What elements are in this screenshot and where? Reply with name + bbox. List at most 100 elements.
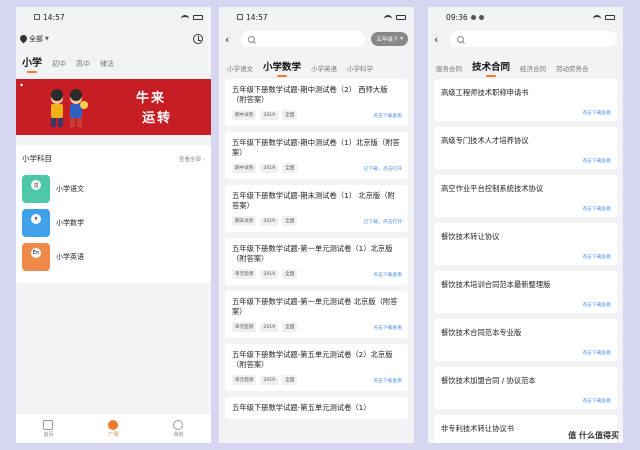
download-link[interactable]: 点击下载查看 (582, 349, 611, 356)
doc-title: 五年级下册数学试题-期中测试卷（1）北京版（附答案） (232, 138, 400, 157)
list-item[interactable]: 餐饮技术合同范本专业版点击下载查看 (434, 319, 617, 361)
tag: 全国 (282, 269, 298, 279)
doc-title: 餐饮技术培训合同范本最新整理版 (441, 280, 551, 289)
sim-icon (237, 14, 243, 20)
open-link[interactable]: 已下载，点击打开 (364, 165, 402, 172)
tab-tech-contract[interactable]: 技术合同 (472, 59, 510, 77)
battery-icon (396, 14, 406, 20)
list-item[interactable]: 餐饮技术加盟合同 / 协议范本点击下载查看 (434, 367, 617, 409)
battery-icon (193, 14, 203, 20)
home-icon (43, 419, 54, 430)
battery-icon (605, 14, 615, 20)
see-all-link[interactable]: 查看全部 › (179, 155, 205, 163)
bottom-nav: 首页 广场 我的 (16, 413, 211, 443)
download-link[interactable]: 点击下载查看 (582, 301, 611, 308)
level-tabs: 小学 初中 高中 律法 (16, 47, 211, 73)
download-link[interactable]: 点击下载查看 (582, 253, 611, 260)
open-link[interactable]: 已下载，点击打开 (364, 218, 402, 225)
subject-chinese[interactable]: 汉 小学语文 (22, 172, 205, 206)
tab-junior[interactable]: 初中 (52, 59, 66, 73)
search-input[interactable] (241, 31, 366, 47)
back-arrow-icon[interactable]: ‹ (225, 33, 235, 46)
status-bar: 14:57 (16, 7, 211, 27)
list-item[interactable]: 五年级下册数学试题-第五单元测试卷（2）北京版（附答案） 单元检测 2019 全国 … (225, 344, 408, 391)
tag: 2019 (260, 375, 279, 385)
tag: 全国 (282, 216, 298, 226)
status-time: 14:57 (43, 12, 65, 22)
search-input[interactable] (450, 31, 617, 47)
banner-logo: ◆ (20, 82, 24, 87)
doc-title: 五年级下册数学试题-第一单元测试卷（1）北京版（附答案） (232, 244, 393, 263)
doc-title: 餐饮技术合同范本专业版 (441, 328, 522, 337)
search-icon (248, 35, 255, 43)
grade-filter-button[interactable]: 五年级下 ▾ (371, 32, 408, 46)
subject-label: 小学数学 (56, 219, 84, 227)
tab-law[interactable]: 律法 (100, 59, 114, 73)
document-list: 高级工程师技术职称申请书 点击下载查看 高级专门技术人才培养协议 点击下载查看 高空… (428, 77, 623, 443)
notification-icon (478, 14, 484, 20)
doc-title: 五年级下册数学试题-第五单元测试卷（1） (232, 403, 371, 412)
notification-icon (470, 14, 476, 20)
nav-mine[interactable]: 我的 (173, 419, 184, 438)
tag: 单元检测 (232, 375, 257, 385)
back-arrow-icon[interactable]: ‹ (434, 33, 444, 46)
download-link[interactable]: 点击下载查看 (373, 271, 402, 278)
tab-service-contract[interactable]: 服务合同 (436, 63, 462, 77)
doc-title: 餐饮技术加盟合同 / 协议范本 (441, 376, 536, 385)
list-item[interactable]: 高级工程师技术职称申请书 点击下载查看 (434, 79, 617, 121)
tab-senior[interactable]: 高中 (76, 59, 90, 73)
list-item[interactable]: 高级专门技术人才培养协议点击下载查看 (434, 127, 617, 169)
location-label: 全部 (29, 34, 43, 43)
download-link[interactable]: 点击下载查看 (582, 205, 611, 212)
tab-english[interactable]: 小学英语 (311, 63, 337, 77)
doc-title: 餐饮技术转让协议 (441, 232, 500, 241)
subject-tabs: 小学语文 小学数学 小学英语 小学科学 (219, 51, 414, 77)
doc-title: 高级专门技术人才培养协议 (441, 136, 529, 145)
tag: 2019 (260, 322, 279, 332)
search-icon (457, 35, 464, 43)
download-link[interactable]: 点击下载查看 (373, 112, 402, 119)
download-link[interactable]: 点击下载查看 (582, 397, 611, 404)
subject-math[interactable]: π 小学数学 (22, 206, 205, 240)
tab-economic-contract[interactable]: 经济合同 (520, 63, 546, 77)
subject-english[interactable]: En 小学英语 (22, 240, 205, 274)
list-item[interactable]: 高空作业平台控制系统技术协议 点击下载查看 (434, 175, 617, 217)
list-item[interactable]: 五年级下册数学试题-期中测试卷（2） 西师大版（附答案） 期中试卷 2019 全国 … (225, 79, 408, 126)
tag: 单元检测 (232, 322, 257, 332)
tab-chinese[interactable]: 小学语文 (227, 63, 253, 77)
nav-square[interactable]: 广场 (108, 419, 119, 438)
tag: 2019 (260, 163, 279, 173)
list-item[interactable]: 五年级下册数学试题-第一单元测试卷 北京版（附答案） 单元检测 2019 全国 点击… (225, 291, 408, 338)
tab-science[interactable]: 小学科学 (347, 63, 373, 77)
list-item[interactable]: 五年级下册数学试题-第五单元测试卷（1） (225, 397, 408, 419)
download-link[interactable]: 点击下载查看 (582, 109, 611, 116)
download-link[interactable]: 点击下载查看 (582, 157, 611, 164)
document-list: 五年级下册数学试题-期中测试卷（2） 西师大版（附答案） 期中试卷 2019 全国 … (219, 77, 414, 419)
download-link[interactable]: 点击下载查看 (373, 377, 402, 384)
history-clock-icon[interactable] (193, 33, 203, 44)
tag: 2019 (260, 269, 279, 279)
tab-labor-contract[interactable]: 劳动劳务合 (556, 63, 589, 77)
tab-math[interactable]: 小学数学 (263, 59, 301, 77)
list-item[interactable]: 五年级下册数学试题-期中测试卷（1）北京版（附答案） 期中试卷 2019 全国 已下… (225, 132, 408, 179)
tag: 期中试卷 (232, 110, 257, 120)
tag: 全国 (282, 110, 298, 120)
caret-down-icon: ▼ (45, 35, 49, 42)
list-item[interactable]: 餐饮技术培训合同范本最新整理版点击下载查看 (434, 271, 617, 313)
phone-math-list: 14:57 ‹ 五年级下 ▾ 小学语文 小学数学 小学英语 小学科学 五年级下册… (219, 7, 414, 443)
wifi-icon (593, 14, 601, 20)
tab-primary[interactable]: 小学 (22, 54, 42, 73)
list-item[interactable]: 五年级下册数学试题-第一单元测试卷（1）北京版（附答案） 单元检测 2019 全国 … (225, 238, 408, 285)
subjects-title: 小学科目 (22, 154, 52, 163)
watermark-logo: 值 什么值得买 (568, 431, 619, 440)
tag: 2019 (260, 216, 279, 226)
promo-banner[interactable]: ◆ 牛来 运转 (16, 79, 211, 135)
wifi-icon (384, 14, 392, 20)
list-item[interactable]: 五年级下册数学试题-期末测试卷（1） 北京版（附答案） 期末试卷 2019 全国 已… (225, 185, 408, 232)
tag: 2019 (260, 110, 279, 120)
tag: 全国 (282, 322, 298, 332)
location-selector[interactable]: 全部 ▼ (18, 33, 49, 44)
list-item[interactable]: 餐饮技术转让协议点击下载查看 (434, 223, 617, 265)
nav-home[interactable]: 首页 (43, 419, 54, 438)
download-link[interactable]: 点击下载查看 (373, 324, 402, 331)
